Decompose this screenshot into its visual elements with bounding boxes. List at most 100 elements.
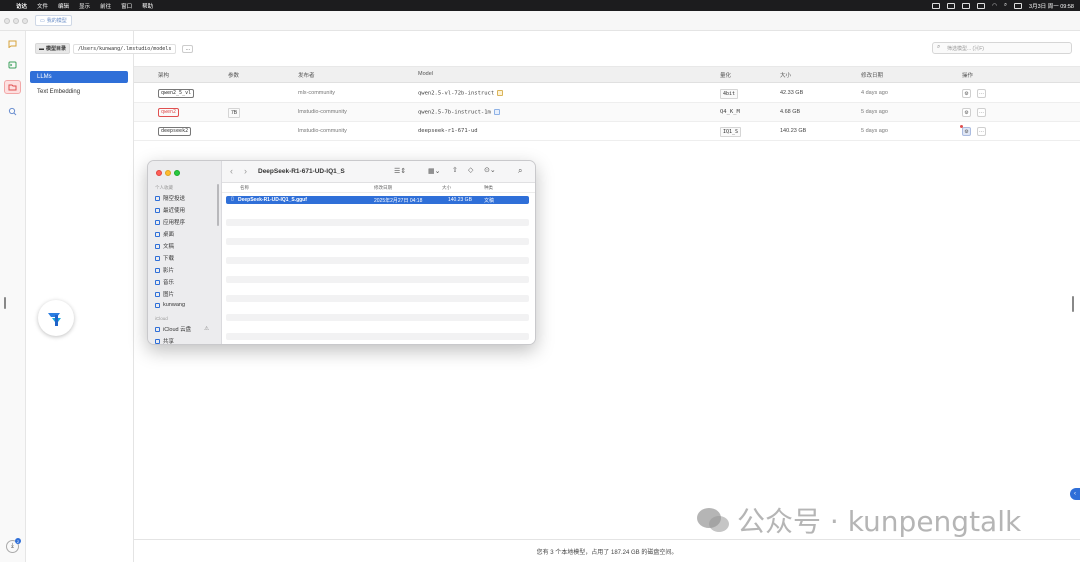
more-options-button[interactable]: ⋯ <box>977 89 986 98</box>
model-filter-input[interactable]: ⌕ 筛选模型... (⌘F) <box>932 42 1072 54</box>
settings-button[interactable]: ⚙ <box>962 108 971 117</box>
col-date[interactable]: 修改日期 <box>374 185 392 191</box>
col-size[interactable]: 大小 <box>780 71 791 79</box>
clock-icon <box>155 207 160 213</box>
right-side-handle[interactable] <box>1072 296 1074 312</box>
window-titlebar: ▭ 我的模型 <box>0 11 1080 31</box>
col-modified[interactable]: 修改日期 <box>861 71 883 79</box>
ellipsis-icon: ⋯ <box>979 109 984 116</box>
sidebar-item-home[interactable]: kunwang <box>155 302 185 308</box>
sidebar-item-downloads[interactable]: 下载 <box>155 254 174 262</box>
watermark-text: 公众号 · kunpengtalk <box>737 505 1022 538</box>
status-icon[interactable] <box>947 2 956 9</box>
empty-row <box>226 314 529 321</box>
menubar-clock[interactable]: 3月3日 周一 09:58 <box>1029 2 1074 10</box>
search-icon[interactable]: ⌕ <box>518 166 522 176</box>
folder-icon: ▭ <box>40 17 45 24</box>
sidebar-item-applications[interactable]: 应用程序 <box>155 218 185 226</box>
modified-cell: 4 days ago <box>861 90 888 96</box>
search-icon[interactable]: ⌕ <box>1004 2 1007 9</box>
col-quant[interactable]: 量化 <box>720 71 731 79</box>
side-handle[interactable] <box>4 297 6 309</box>
status-icon[interactable] <box>962 2 971 9</box>
back-button[interactable]: ‹ <box>230 166 233 176</box>
sidebar-item-shared[interactable]: 共享 <box>155 337 174 344</box>
zoom-window-button[interactable] <box>174 170 180 176</box>
collapse-panel-button[interactable]: ‹ <box>1070 488 1080 500</box>
downloads-button[interactable]: ⤓ 2 <box>6 538 21 553</box>
table-row[interactable]: qwen2 7B lmstudio-community qwen2.5-7b-i… <box>134 103 1080 122</box>
menu-window[interactable]: 窗口 <box>121 2 132 10</box>
list-view-icon[interactable]: ☰⇕ <box>394 167 406 175</box>
size-cell: 42.33 GB <box>780 90 804 96</box>
group-view-icon[interactable]: ▦⌄ <box>428 167 440 175</box>
finder-window-controls <box>156 170 180 176</box>
col-model[interactable]: Model <box>418 71 433 77</box>
action-menu-icon[interactable]: ⊙⌄ <box>484 166 496 174</box>
menu-help[interactable]: 帮助 <box>142 2 153 10</box>
col-publisher[interactable]: 发布者 <box>298 71 315 79</box>
sidebar-item-music[interactable]: 音乐 <box>155 278 174 286</box>
forward-button[interactable]: › <box>244 166 247 176</box>
settings-button[interactable]: ⚙ <box>962 127 971 136</box>
category-text-embedding[interactable]: Text Embedding <box>30 86 128 98</box>
sidebar-item-documents[interactable]: 文稿 <box>155 242 174 250</box>
tab-my-models[interactable]: ▭ 我的模型 <box>35 15 72 26</box>
sidebar-item-recents[interactable]: 最近使用 <box>155 206 185 214</box>
col-kind[interactable]: 种类 <box>484 185 493 191</box>
menu-finder[interactable]: 访达 <box>16 2 27 10</box>
col-size[interactable]: 大小 <box>442 185 451 191</box>
file-size: 140.23 GB <box>448 197 472 203</box>
sidebar-item-movies[interactable]: 影片 <box>155 266 174 274</box>
table-row[interactable]: deepseek2 lmstudio-community deepseek-r1… <box>134 122 1080 141</box>
finder-window-title: DeepSeek-R1-671-UD-IQ1_S <box>258 168 345 175</box>
photo-icon <box>155 291 160 297</box>
close-window-button[interactable] <box>4 18 10 24</box>
discover-nav-button[interactable] <box>4 104 21 118</box>
menu-edit[interactable]: 编辑 <box>58 2 69 10</box>
chat-icon <box>8 40 17 48</box>
sidebar-item-desktop[interactable]: 桌面 <box>155 230 174 238</box>
sidebar-scrollbar[interactable] <box>217 184 219 226</box>
file-row-selected[interactable]: ▯ DeepSeek-R1-UD-IQ1_S.gguf 2025年2月27日 0… <box>226 196 529 204</box>
tool-icon <box>493 109 500 115</box>
more-options-button[interactable]: ⋯ <box>977 108 986 117</box>
directory-more-button[interactable]: … <box>182 44 194 53</box>
zoom-window-button[interactable] <box>22 18 28 24</box>
category-llms[interactable]: LLMs <box>30 71 128 83</box>
size-cell: 4.68 GB <box>780 109 801 115</box>
minimize-window-button[interactable] <box>13 18 19 24</box>
menu-view[interactable]: 显示 <box>79 2 90 10</box>
share-icon[interactable]: ⇧ <box>452 166 458 174</box>
publisher-cell: lmstudio-community <box>298 128 347 134</box>
settings-button[interactable]: ⚙ <box>962 89 971 98</box>
status-bar: 您有 3 个本地模型，占用了 187.24 GB 的磁盘空间。 <box>134 539 1080 562</box>
desktop-icon <box>155 231 160 237</box>
tag-icon[interactable]: ◇ <box>468 166 473 174</box>
battery-icon[interactable] <box>977 2 986 9</box>
more-options-button[interactable]: ⋯ <box>977 127 986 136</box>
quant-badge: IQ1_S <box>720 127 742 137</box>
sidebar-item-airdrop[interactable]: 隔空投送 <box>155 194 185 202</box>
sidebar-item-pictures[interactable]: 图片 <box>155 290 174 298</box>
sidebar-item-icloud-drive[interactable]: iCloud 云盘 ⚠ <box>155 325 209 333</box>
col-name[interactable]: 名称 <box>240 185 249 191</box>
film-icon <box>155 267 160 273</box>
control-center-icon[interactable] <box>1014 2 1023 9</box>
lmstudio-logo[interactable] <box>38 300 74 336</box>
col-params[interactable]: 参数 <box>228 71 239 79</box>
developer-nav-button[interactable] <box>4 58 21 72</box>
chat-nav-button[interactable] <box>4 37 21 51</box>
menu-go[interactable]: 前往 <box>100 2 111 10</box>
minimize-window-button[interactable] <box>165 170 171 176</box>
table-row[interactable]: qwen2_5_vl mlx-community qwen2.5-vl-72b-… <box>134 84 1080 103</box>
wifi-icon[interactable]: ◠ <box>992 3 997 9</box>
status-icon[interactable] <box>932 2 941 9</box>
finder-window[interactable]: 个人收藏 隔空投送 最近使用 应用程序 桌面 文稿 下载 影片 音乐 图片 ku… <box>147 160 536 345</box>
quant-cell: Q4_K_M <box>720 109 740 115</box>
menu-file[interactable]: 文件 <box>37 2 48 10</box>
col-arch[interactable]: 架构 <box>158 71 169 79</box>
directory-path[interactable]: /Users/kunwang/.lmstudio/models <box>73 43 177 54</box>
close-window-button[interactable] <box>156 170 162 176</box>
my-models-nav-button[interactable] <box>4 80 21 94</box>
